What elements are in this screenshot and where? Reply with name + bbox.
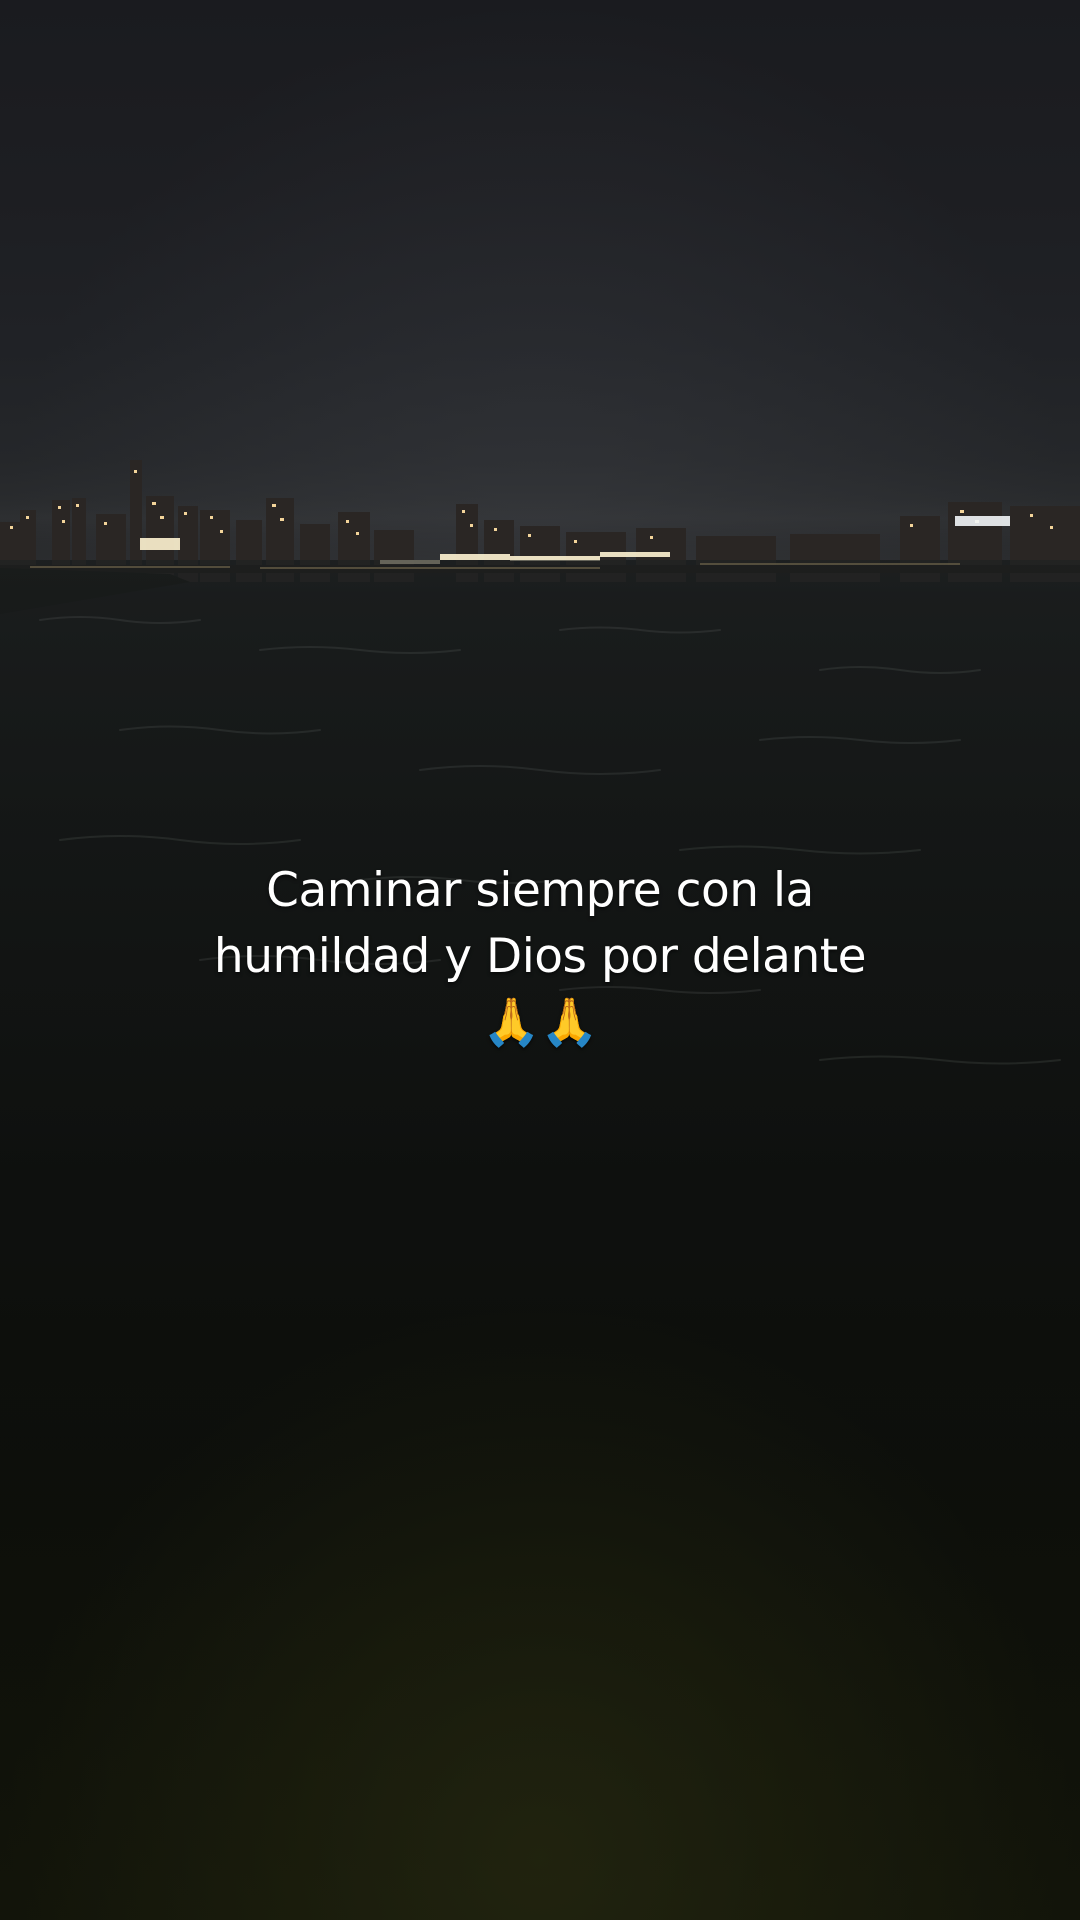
video-caption-overlay: Caminar siempre con la humildad y Dios p… bbox=[140, 858, 940, 1056]
video-frame[interactable]: Caminar siempre con la humildad y Dios p… bbox=[0, 0, 1080, 1920]
caption-line-1: Caminar siempre con la bbox=[266, 863, 814, 918]
caption-praying-hands-emoji: 🙏🙏 bbox=[481, 995, 599, 1050]
caption-line-2: humildad y Dios por delante bbox=[213, 929, 867, 984]
foreground-light bbox=[0, 1300, 1080, 1920]
